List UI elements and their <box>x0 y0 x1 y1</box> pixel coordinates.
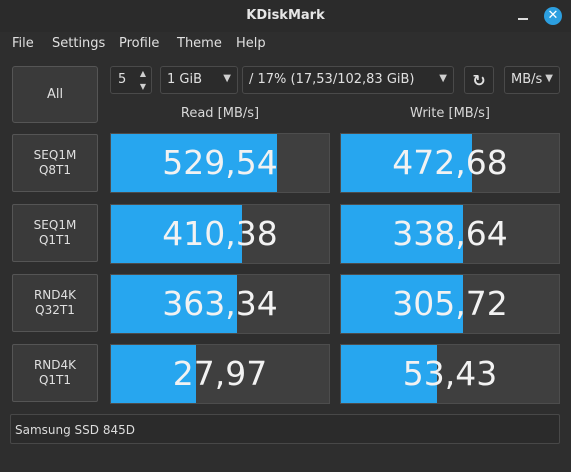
read-value: 27,97 <box>172 354 268 393</box>
test-name: SEQ1M <box>33 148 77 162</box>
test-name: SEQ1M <box>33 218 77 232</box>
chevron-down-icon: ▼ <box>223 73 231 84</box>
test-size-select[interactable]: 1 GiB ▼ <box>160 66 238 94</box>
drive-value: / 17% (17,53/102,83 GiB) <box>249 72 415 87</box>
test-seq1m-q1t1-button[interactable]: SEQ1M Q1T1 <box>12 204 98 262</box>
unit-value: MB/s <box>511 72 543 87</box>
test-rnd4k-q32t1-button[interactable]: RND4K Q32T1 <box>12 274 98 332</box>
unit-select[interactable]: MB/s ▼ <box>504 66 560 94</box>
menu-settings[interactable]: Settings <box>52 36 105 51</box>
refresh-button[interactable]: ↻ <box>464 66 494 94</box>
runs-value: 5 <box>118 72 127 87</box>
read-value: 529,54 <box>162 143 278 182</box>
minimize-icon[interactable] <box>516 8 530 22</box>
read-column-header: Read [MB/s] <box>180 106 260 121</box>
chevron-down-icon: ▼ <box>545 73 553 84</box>
drive-select[interactable]: / 17% (17,53/102,83 GiB) ▼ <box>242 66 454 94</box>
menu-file[interactable]: File <box>12 36 34 51</box>
spin-up-icon[interactable]: ▲ <box>140 69 146 78</box>
read-result: 27,97 <box>110 344 330 404</box>
menu-theme[interactable]: Theme <box>177 36 222 51</box>
read-result: 410,38 <box>110 204 330 264</box>
window-title: KDiskMark <box>246 8 325 23</box>
chevron-down-icon: ▼ <box>439 73 447 84</box>
device-name-field[interactable]: Samsung SSD 845D <box>10 414 560 444</box>
close-icon[interactable]: ✕ <box>544 7 562 25</box>
test-name: RND4K <box>33 288 77 302</box>
write-result: 338,64 <box>340 204 560 264</box>
test-size-value: 1 GiB <box>167 72 203 87</box>
test-params: Q1T1 <box>38 233 72 247</box>
write-column-header: Write [MB/s] <box>410 106 490 121</box>
test-params: Q32T1 <box>35 303 75 317</box>
runs-spinbox[interactable]: 5 ▲ ▼ <box>110 66 152 94</box>
read-value: 363,34 <box>162 284 278 323</box>
write-result: 472,68 <box>340 133 560 193</box>
test-seq1m-q8t1-button[interactable]: SEQ1M Q8T1 <box>12 134 98 192</box>
write-value: 472,68 <box>392 143 508 182</box>
read-value: 410,38 <box>162 214 278 253</box>
spin-down-icon[interactable]: ▼ <box>140 82 146 91</box>
run-all-button[interactable]: All <box>12 66 98 123</box>
refresh-icon: ↻ <box>472 70 486 90</box>
write-value: 305,72 <box>392 284 508 323</box>
test-params: Q1T1 <box>38 373 72 387</box>
test-name: RND4K <box>33 358 77 372</box>
read-result: 529,54 <box>110 133 330 193</box>
write-result: 53,43 <box>340 344 560 404</box>
test-params: Q8T1 <box>38 163 72 177</box>
test-rnd4k-q1t1-button[interactable]: RND4K Q1T1 <box>12 344 98 402</box>
write-value: 338,64 <box>392 214 508 253</box>
menu-profile[interactable]: Profile <box>119 36 159 51</box>
menu-bar: File Settings Profile Theme Help <box>0 32 571 56</box>
write-result: 305,72 <box>340 274 560 334</box>
read-result: 363,34 <box>110 274 330 334</box>
menu-help[interactable]: Help <box>236 36 266 51</box>
title-bar: KDiskMark ✕ <box>0 0 571 32</box>
write-value: 53,43 <box>402 354 498 393</box>
